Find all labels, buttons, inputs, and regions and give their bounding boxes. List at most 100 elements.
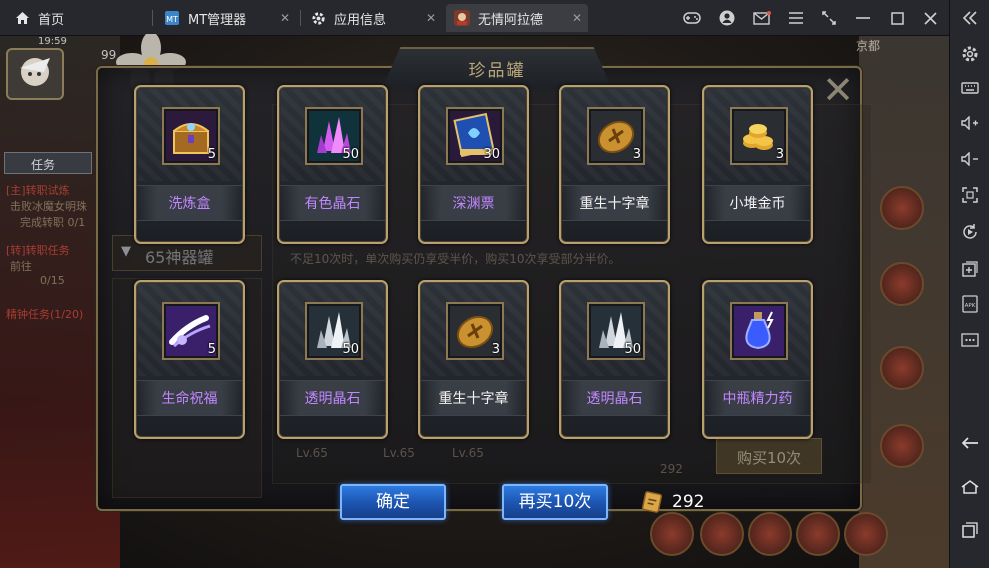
close-icon[interactable]: ✕ [572,11,582,25]
task-tab[interactable]: 任务 [4,152,92,174]
gear-icon [310,10,326,26]
emulator-window: { "tabs": [ {"label": "首页", "icon": "hom… [0,0,989,568]
item-count: 50 [342,342,359,357]
item-count: 5 [207,342,216,357]
mail-icon[interactable] [752,8,772,28]
svg-text:MT: MT [166,15,178,24]
duel-menu-icon[interactable] [880,186,924,230]
item-card[interactable]: 50 透明晶石 [277,280,388,439]
item-name: 透明晶石 [586,391,643,407]
rank-menu-icon[interactable] [880,262,924,306]
item-count: 30 [483,147,500,162]
item-name: 中瓶精力药 [722,391,793,407]
quest-line: [转]转职任务 [6,244,70,257]
shop-menu-icon[interactable] [844,512,888,556]
item-count: 50 [624,342,641,357]
tab-divider [300,10,301,26]
item-slot: 50 [587,302,645,360]
close-window-icon[interactable] [920,8,940,28]
home-nav-icon[interactable] [958,475,982,499]
jar-item-level: Lv.65 [296,446,328,460]
item-card[interactable]: 中瓶精力药 [702,280,813,439]
apk-install-icon[interactable]: APK [958,292,982,316]
quest-line: 0/15 [40,274,65,287]
avatar[interactable] [6,48,64,100]
tab-home[interactable]: 首页 [14,4,144,32]
add-app-icon[interactable] [958,257,982,281]
item-slot: 30 [446,107,504,165]
item-count: 3 [632,147,641,162]
tab-label: 应用信息 [334,12,387,28]
close-icon[interactable]: ✕ [426,11,436,25]
settings-icon[interactable] [958,42,982,66]
item-name: 深渊票 [452,196,495,212]
keyboard-icon[interactable] [958,76,982,100]
svg-text:APK: APK [965,303,976,309]
quest-line: 完成转职 0/1 [20,216,86,229]
jar-notice-text: 不足10次时，单次购买仍享受半价，购买10次享受部分半价。 [290,252,621,266]
stamina-potion-icon [734,306,784,356]
leaderboard-menu-icon[interactable] [650,512,694,556]
recent-apps-icon[interactable] [958,518,982,542]
fullscreen-icon[interactable] [958,183,982,207]
item-card[interactable]: 50 有色晶石 [277,85,388,244]
tab-label: MT管理器 [188,12,247,28]
confirm-button[interactable]: 确定 [340,484,446,520]
close-icon[interactable]: ✕ [818,71,858,112]
menu-icon[interactable] [786,8,806,28]
item-count: 3 [491,342,500,357]
buy-ten-background-button[interactable]: 购买10次 [716,438,822,474]
task-tab-label: 任务 [31,158,56,172]
dialog-title: 珍品罐 [468,61,526,81]
minimize-icon[interactable] [853,8,873,28]
item-card[interactable]: 3 重生十字章 [418,280,529,439]
item-card[interactable]: 5 洗炼盒 [134,85,245,244]
item-slot: 3 [730,107,788,165]
volume-down-icon[interactable] [958,147,982,171]
daily-menu-icon[interactable] [880,346,924,390]
rotate-icon[interactable] [958,220,982,244]
jar-item-level: Lv.65 [383,446,415,460]
item-card[interactable]: 3 小堆金币 [702,85,813,244]
guild-menu-icon[interactable] [880,424,924,468]
buy-again-button[interactable]: 再买10次 [502,484,608,520]
friends-menu-icon[interactable] [700,512,744,556]
social-menu-icon[interactable] [748,512,792,556]
account-icon[interactable] [717,8,737,28]
item-slot: 50 [305,302,363,360]
restore-icon[interactable] [819,8,839,28]
item-card[interactable]: 5 生命祝福 [134,280,245,439]
item-slot [730,302,788,360]
tab-mt-manager[interactable]: MT MT管理器 ✕ [164,4,296,32]
item-card[interactable]: 3 重生十字章 [559,85,670,244]
game-app-icon [454,10,470,26]
mt-manager-icon: MT [164,10,180,26]
tab-game[interactable]: 无情阿拉德 ✕ [446,4,588,32]
emulator-side-toolbar: APK [949,0,989,568]
item-card[interactable]: 30 深渊票 [418,85,529,244]
item-name: 重生十字章 [579,196,650,212]
item-slot: 50 [305,107,363,165]
jar-category-label: 65神器罐 [145,248,214,267]
buy-ten-background-label: 购买10次 [736,449,802,467]
skills-menu-icon[interactable] [796,512,840,556]
more-options-icon[interactable] [958,328,982,352]
item-card[interactable]: 50 透明晶石 [559,280,670,439]
item-name: 重生十字章 [438,391,509,407]
collapse-icon[interactable] [958,6,982,30]
region-label: 京都 [856,39,881,53]
tab-label: 首页 [38,12,65,28]
gamepad-icon[interactable] [682,8,702,28]
volume-up-icon[interactable] [958,111,982,135]
item-count: 3 [775,147,784,162]
tab-app-info[interactable]: 应用信息 ✕ [310,4,442,32]
item-count: 5 [207,147,216,162]
maximize-icon[interactable] [887,8,907,28]
tab-label: 无情阿拉德 [478,12,544,28]
close-icon[interactable]: ✕ [280,11,290,25]
ticket-count: 292 [672,492,705,512]
emulator-tab-bar: 首页 MT MT管理器 ✕ 应用信息 ✕ 无情阿拉德 ✕ [0,0,949,36]
ticket-count-background: 292 [660,462,683,476]
back-icon[interactable] [958,431,982,455]
jar-item-level: Lv.65 [452,446,484,460]
